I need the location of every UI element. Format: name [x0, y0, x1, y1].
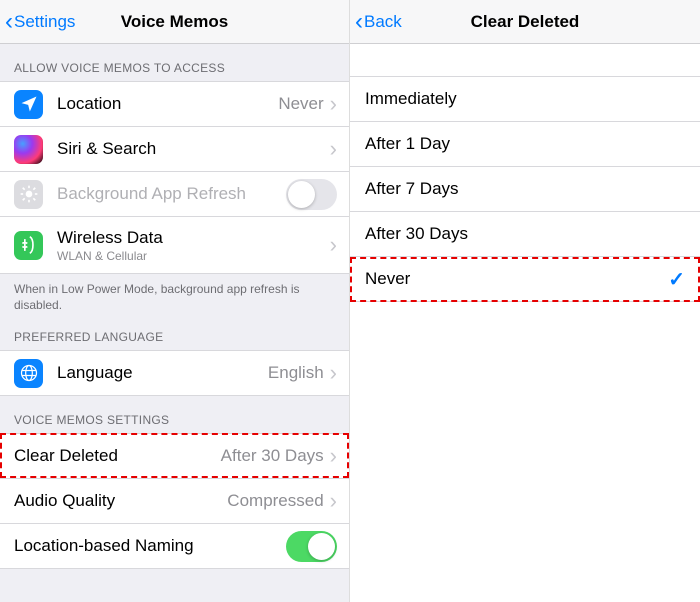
settings-pane: ‹ Settings Voice Memos ALLOW VOICE MEMOS…	[0, 0, 349, 602]
audio-quality-label: Audio Quality	[14, 491, 227, 511]
row-location-naming[interactable]: Location-based Naming	[0, 523, 349, 569]
clear-deleted-label: Clear Deleted	[14, 446, 221, 466]
nav-bar: ‹ Settings Voice Memos	[0, 0, 349, 44]
location-icon	[14, 90, 43, 119]
location-naming-label: Location-based Naming	[14, 536, 286, 556]
chevron-right-icon: ›	[330, 232, 337, 258]
row-audio-quality[interactable]: Audio Quality Compressed ›	[0, 478, 349, 523]
section-access-header: ALLOW VOICE MEMOS TO ACCESS	[0, 44, 349, 81]
language-label: Language	[57, 363, 268, 383]
wireless-icon	[14, 231, 43, 260]
back-label: Settings	[14, 12, 75, 32]
clear-deleted-value: After 30 Days	[221, 446, 324, 466]
chevron-right-icon: ›	[330, 488, 337, 514]
siri-icon	[14, 135, 43, 164]
chevron-right-icon: ›	[330, 443, 337, 469]
lowpower-note: When in Low Power Mode, background app r…	[0, 274, 349, 313]
option-after-1-day[interactable]: After 1 Day	[350, 122, 700, 167]
siri-label: Siri & Search	[57, 139, 330, 159]
option-after-30-days[interactable]: After 30 Days	[350, 212, 700, 257]
globe-icon	[14, 359, 43, 388]
chevron-right-icon: ›	[330, 91, 337, 117]
chevron-right-icon: ›	[330, 360, 337, 386]
gear-icon	[14, 180, 43, 209]
detail-pane: ‹ Back Clear Deleted Immediately After 1…	[350, 0, 700, 602]
chevron-left-icon: ‹	[355, 10, 363, 34]
option-label: Never	[365, 269, 410, 289]
option-after-7-days[interactable]: After 7 Days	[350, 167, 700, 212]
wireless-sub: WLAN & Cellular	[57, 249, 330, 263]
bg-refresh-label: Background App Refresh	[57, 184, 286, 204]
row-clear-deleted[interactable]: Clear Deleted After 30 Days ›	[0, 433, 349, 478]
option-label: After 1 Day	[365, 134, 450, 154]
location-label: Location	[57, 94, 278, 114]
chevron-left-icon: ‹	[5, 10, 13, 34]
audio-quality-value: Compressed	[227, 491, 323, 511]
back-to-settings[interactable]: ‹ Settings	[0, 10, 75, 34]
location-naming-toggle[interactable]	[286, 531, 337, 562]
option-label: After 30 Days	[365, 224, 468, 244]
wireless-label: Wireless Data	[57, 228, 330, 248]
row-wireless[interactable]: Wireless Data WLAN & Cellular ›	[0, 216, 349, 274]
language-value: English	[268, 363, 324, 383]
row-language[interactable]: Language English ›	[0, 350, 349, 396]
bg-refresh-toggle	[286, 179, 337, 210]
option-never[interactable]: Never ✓	[350, 257, 700, 302]
row-bg-refresh: Background App Refresh	[0, 171, 349, 216]
checkmark-icon: ✓	[668, 267, 685, 292]
row-siri[interactable]: Siri & Search ›	[0, 126, 349, 171]
row-location[interactable]: Location Never ›	[0, 81, 349, 126]
option-label: Immediately	[365, 89, 457, 109]
nav-bar: ‹ Back Clear Deleted	[350, 0, 700, 44]
chevron-right-icon: ›	[330, 136, 337, 162]
back-label: Back	[364, 12, 402, 32]
location-value: Never	[278, 94, 323, 114]
section-language-header: PREFERRED LANGUAGE	[0, 313, 349, 350]
option-label: After 7 Days	[365, 179, 459, 199]
option-immediately[interactable]: Immediately	[350, 76, 700, 122]
page-title: Clear Deleted	[350, 12, 700, 32]
section-vm-header: VOICE MEMOS SETTINGS	[0, 396, 349, 433]
back-button[interactable]: ‹ Back	[350, 10, 402, 34]
